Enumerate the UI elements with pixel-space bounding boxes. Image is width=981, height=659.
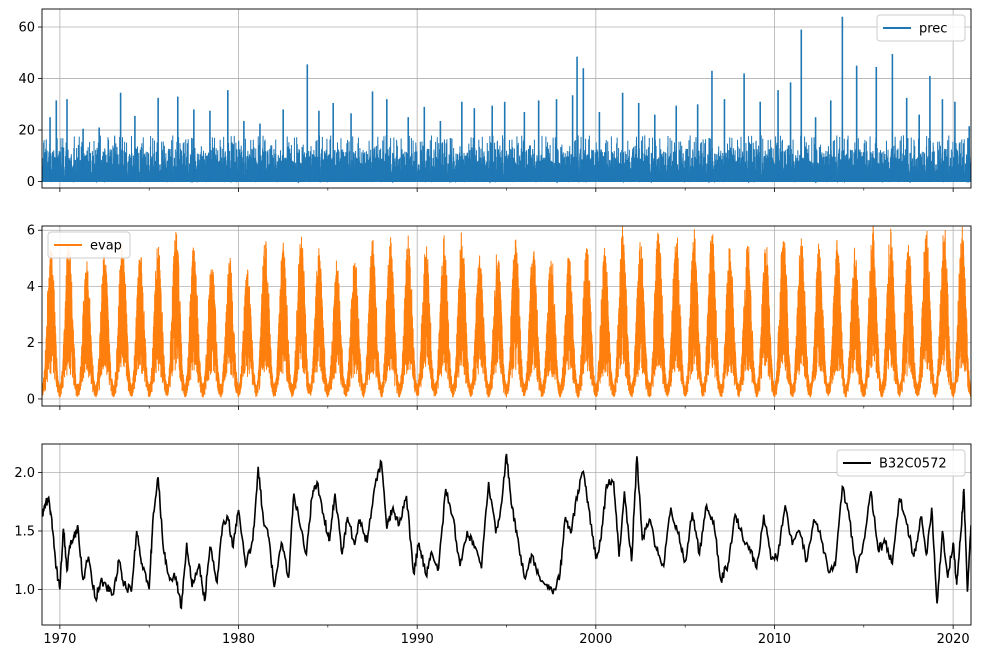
y-tick-label: 0	[27, 392, 35, 407]
x-tick-label: 2010	[758, 632, 791, 647]
y-tick-label: 60	[18, 21, 35, 36]
x-tick-label: 1970	[43, 632, 76, 647]
y-tick-label: 40	[18, 72, 35, 87]
prec-legend-label: prec	[919, 22, 947, 37]
y-tick-label: 4	[27, 280, 35, 295]
y-tick-label: 2.0	[14, 466, 35, 481]
y-tick-label: 1.5	[14, 524, 35, 539]
y-tick-label: 1.0	[14, 583, 35, 598]
evap-legend-label: evap	[90, 239, 122, 254]
y-tick-label: 6	[27, 224, 35, 239]
head-legend-label: B32C0572	[879, 457, 947, 472]
y-tick-label: 0	[27, 175, 35, 190]
y-tick-label: 2	[27, 336, 35, 351]
prec-legend: prec	[876, 14, 966, 42]
y-tick-label: 20	[18, 124, 35, 139]
figure: 0 20 40 60 prec 0 2 4 6 evap 1.0 1.5 2.0 1970 1980…	[0, 0, 981, 659]
head-legend: B32C0572	[836, 449, 966, 477]
x-tick-label: 1980	[222, 632, 255, 647]
x-tick-label: 1990	[401, 632, 434, 647]
evap-legend: evap	[47, 231, 131, 259]
x-tick-label: 2000	[579, 632, 612, 647]
x-tick-label: 2020	[937, 632, 970, 647]
